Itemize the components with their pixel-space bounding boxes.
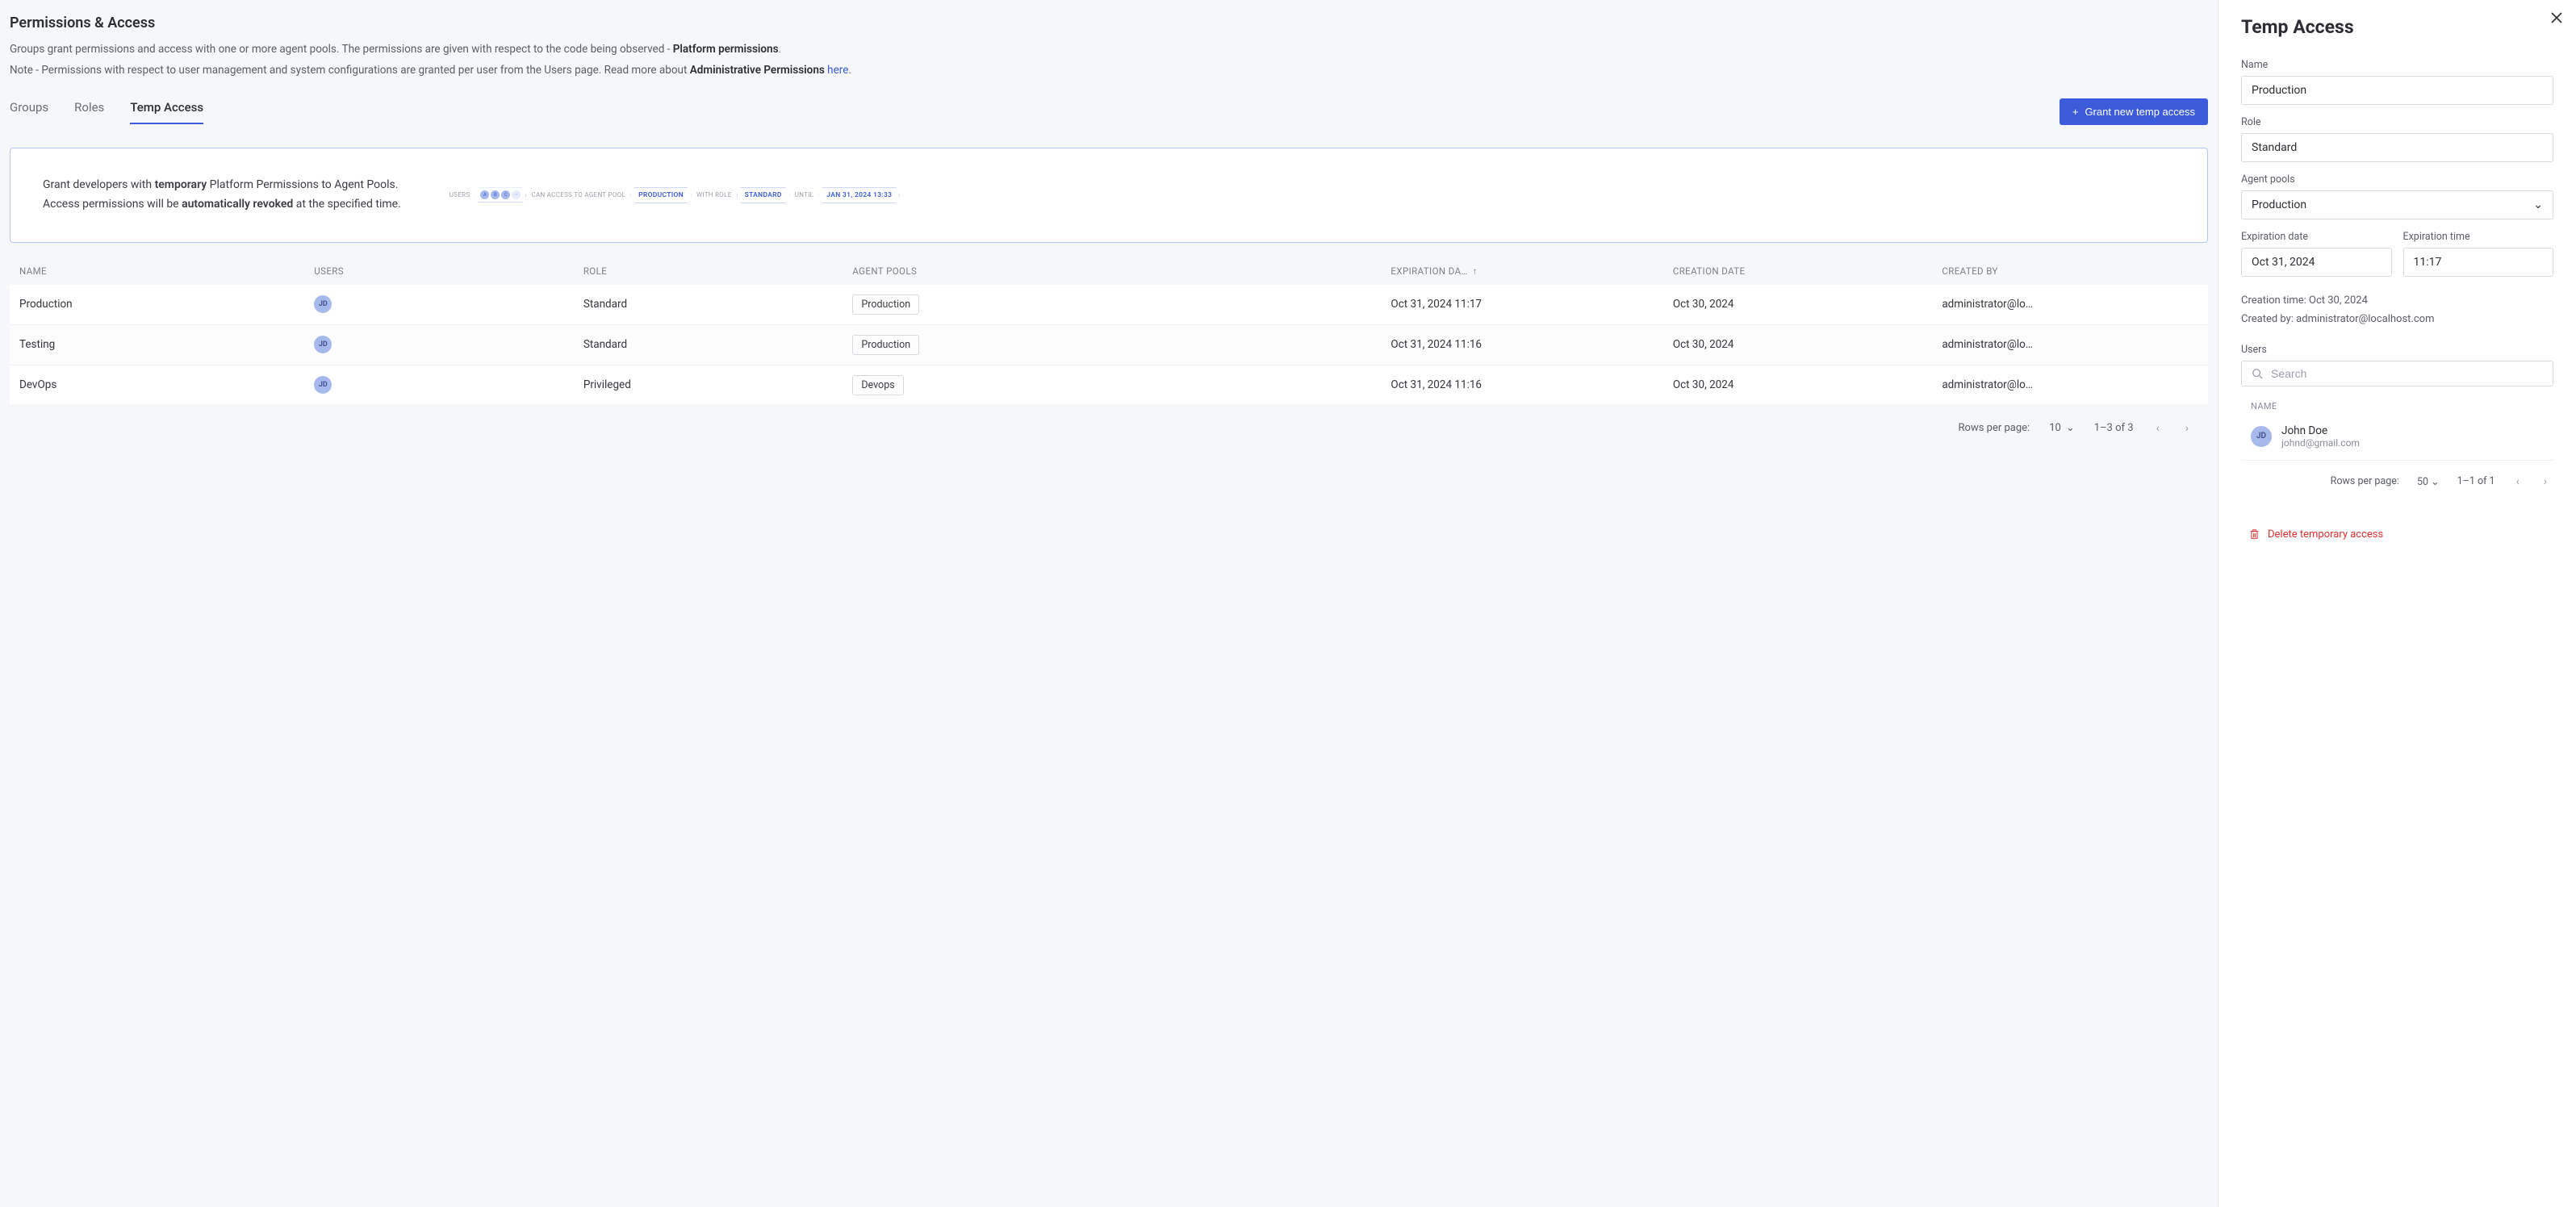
agent-pool-chip: Production	[852, 335, 919, 355]
avatar: JD	[314, 376, 332, 394]
avatar-group-icon: ABC··	[475, 187, 526, 203]
chevron-down-icon: ⌄	[2066, 422, 2075, 434]
expiration-date-field[interactable]: Oct 31, 2024	[2241, 248, 2392, 277]
main-content: Permissions & Access Groups grant permis…	[0, 0, 2218, 1207]
admin-permissions-link[interactable]: here	[827, 64, 848, 77]
users-pagination: Rows per page: 50 ⌄ 1–1 of 1 ‹ ›	[2241, 461, 2553, 503]
table-row[interactable]: Testing JD Standard Production Oct 31, 2…	[10, 325, 2208, 365]
column-name[interactable]: NAME	[19, 265, 314, 277]
info-banner-text: Grant developers with temporary Platform…	[43, 176, 401, 215]
table-header: NAME USERS ROLE AGENT POOLS EXPIRATION D…	[10, 265, 2208, 285]
created-by-text: Created by: administrator@localhost.com	[2241, 310, 2553, 328]
plus-icon: +	[2072, 106, 2079, 118]
agent-pool-chip: Production	[852, 294, 919, 315]
temp-access-table: NAME USERS ROLE AGENT POOLS EXPIRATION D…	[10, 265, 2208, 438]
tab-roles[interactable]: Roles	[74, 100, 104, 124]
chevron-down-icon: ⌄	[2533, 198, 2543, 211]
tab-temp-access[interactable]: Temp Access	[130, 100, 203, 124]
users-search-input[interactable]	[2271, 367, 2543, 380]
column-creation[interactable]: CREATION DATE	[1673, 265, 1942, 277]
close-icon[interactable]	[2550, 11, 2563, 24]
rows-per-page-select[interactable]: 10 ⌄	[2049, 422, 2075, 434]
page-prev-button[interactable]: ‹	[2153, 419, 2163, 438]
page-desc-2: Note - Permissions with respect to user …	[10, 62, 2208, 80]
page-next-button[interactable]: ›	[2182, 419, 2192, 438]
table-pagination: Rows per page: 10 ⌄ 1–3 of 3 ‹ ›	[10, 406, 2208, 438]
creation-time-text: Creation time: Oct 30, 2024	[2241, 291, 2553, 310]
user-name: John Doe	[2281, 424, 2360, 437]
users-label: Users	[2241, 344, 2553, 356]
info-banner-illustration: USERS ABC·· CAN ACCESS TO AGENT POOL PRO…	[450, 187, 900, 203]
delete-temp-access-button[interactable]: Delete temporary access	[2241, 528, 2553, 541]
grant-new-temp-access-button[interactable]: + Grant new temp access	[2060, 98, 2208, 125]
panel-title: Temp Access	[2241, 16, 2553, 38]
rows-per-page-select[interactable]: 50 ⌄	[2417, 475, 2440, 488]
sort-asc-icon: ↑	[1473, 265, 1478, 277]
users-search-box[interactable]	[2241, 361, 2553, 386]
tabs: Groups Roles Temp Access	[10, 100, 203, 124]
avatar: JD	[2251, 426, 2272, 447]
table-row[interactable]: Production JD Standard Production Oct 31…	[10, 285, 2208, 325]
page-title: Permissions & Access	[10, 15, 2208, 31]
role-field[interactable]: Standard	[2241, 133, 2553, 162]
pagination-range: 1–3 of 3	[2094, 422, 2134, 434]
column-role[interactable]: ROLE	[583, 265, 853, 277]
agent-pool-chip: Devops	[852, 375, 903, 395]
chevron-down-icon: ⌄	[2431, 476, 2439, 488]
page-desc-1: Groups grant permissions and access with…	[10, 41, 2208, 59]
rows-per-page-label: Rows per page:	[1959, 422, 2030, 434]
avatar: JD	[314, 295, 332, 313]
agent-pools-select[interactable]: Production ⌄	[2241, 190, 2553, 219]
tab-groups[interactable]: Groups	[10, 100, 48, 124]
user-list-item[interactable]: JD John Doe johnd@gmail.com	[2241, 418, 2553, 461]
table-row[interactable]: DevOps JD Privileged Devops Oct 31, 2024…	[10, 365, 2208, 406]
page-next-button[interactable]: ›	[2540, 472, 2550, 491]
expiration-date-label: Expiration date	[2241, 231, 2392, 243]
page-prev-button[interactable]: ‹	[2513, 472, 2523, 491]
temp-access-detail-panel: Temp Access Name Production Role Standar…	[2218, 0, 2576, 1207]
rows-per-page-label: Rows per page:	[2331, 475, 2399, 487]
expiration-time-label: Expiration time	[2403, 231, 2554, 243]
column-users[interactable]: USERS	[314, 265, 583, 277]
search-icon	[2252, 368, 2263, 379]
pagination-range: 1–1 of 1	[2457, 475, 2495, 487]
name-field[interactable]: Production	[2241, 76, 2553, 105]
trash-icon	[2249, 528, 2260, 540]
column-expiration[interactable]: EXPIRATION DA… ↑	[1390, 265, 1672, 277]
name-label: Name	[2241, 59, 2553, 71]
role-label: Role	[2241, 116, 2553, 128]
info-banner: Grant developers with temporary Platform…	[10, 148, 2208, 243]
user-email: johnd@gmail.com	[2281, 437, 2360, 449]
agent-pools-label: Agent pools	[2241, 173, 2553, 186]
expiration-time-field[interactable]: 11:17	[2403, 248, 2554, 277]
avatar: JD	[314, 336, 332, 353]
column-agent-pools[interactable]: AGENT POOLS	[852, 265, 1390, 277]
panel-meta: Creation time: Oct 30, 2024 Created by: …	[2241, 291, 2553, 329]
column-created-by[interactable]: CREATED BY	[1942, 265, 2198, 277]
users-list-header: NAME	[2241, 398, 2553, 418]
